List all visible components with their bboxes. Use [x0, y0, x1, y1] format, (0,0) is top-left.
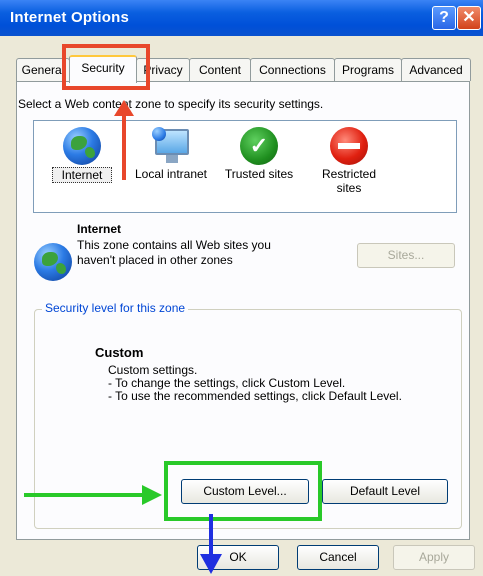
zone-local-intranet-label: Local intranet [134, 167, 208, 181]
blue-arrow-icon [200, 514, 222, 574]
zone-restricted-sites[interactable]: Restricted sites [318, 127, 380, 195]
close-button[interactable]: ✕ [457, 6, 481, 30]
internet-options-dialog: Internet Options ? ✕ General Security Pr… [0, 0, 483, 576]
default-level-button[interactable]: Default Level [322, 479, 448, 504]
sites-button[interactable]: Sites... [357, 243, 455, 268]
zone-instruction: Select a Web content zone to specify its… [18, 97, 324, 111]
tab-content[interactable]: Content [189, 58, 251, 81]
custom-level-highlight [164, 461, 322, 521]
tab-advanced[interactable]: Advanced [401, 58, 471, 81]
red-arrow-icon [114, 100, 134, 180]
monitor-globe-icon [152, 127, 190, 165]
zone-internet[interactable]: Internet [52, 127, 112, 183]
tab-connections[interactable]: Connections [250, 58, 335, 81]
security-level-group-label: Security level for this zone [42, 301, 189, 315]
window-title: Internet Options [10, 9, 130, 26]
green-arrow-icon [24, 485, 162, 505]
help-button[interactable]: ? [432, 6, 456, 30]
selected-zone-globe-icon [34, 243, 72, 281]
selected-zone-description: This zone contains all Web sites you hav… [77, 238, 271, 267]
zone-internet-label: Internet [52, 167, 112, 183]
zone-restricted-sites-label: Restricted sites [321, 167, 377, 195]
title-bar[interactable]: Internet Options ? ✕ [0, 0, 483, 36]
level-desc-line: - To use the recommended settings, click… [108, 389, 402, 403]
cancel-button[interactable]: Cancel [297, 545, 379, 570]
tab-programs[interactable]: Programs [334, 58, 402, 81]
security-level-title: Custom [95, 345, 144, 360]
apply-button[interactable]: Apply [393, 545, 475, 570]
restricted-icon [330, 127, 368, 165]
zone-local-intranet[interactable]: Local intranet [128, 127, 214, 181]
security-level-description: Custom settings. - To change the setting… [108, 364, 402, 403]
zone-trusted-sites[interactable]: ✓ Trusted sites [220, 127, 298, 181]
zone-trusted-sites-label: Trusted sites [224, 167, 294, 181]
selected-zone-name: Internet [77, 222, 122, 236]
tab-security[interactable]: Security [69, 55, 137, 83]
checkmark-icon: ✓ [240, 127, 278, 165]
globe-icon [63, 127, 101, 165]
